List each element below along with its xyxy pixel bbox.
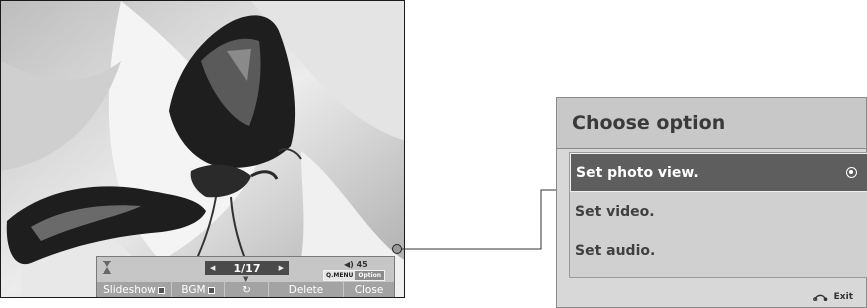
option-item-audio[interactable]: Set audio. [570,231,867,270]
callout-dot [392,244,402,254]
exit-button[interactable]: Exit [812,292,853,302]
option-label: Set audio. [575,242,656,259]
choose-option-panel: Choose option Set photo view. Set video.… [556,97,867,308]
option-item-photo-view[interactable]: Set photo view. [570,153,867,192]
option-label: Set video. [575,203,655,220]
option-item-video[interactable]: Set video. [570,192,867,231]
return-icon [812,294,827,301]
panel-title: Choose option [557,98,866,149]
option-label: Set photo view. [576,164,699,181]
radio-selected-icon [846,167,857,178]
option-list: Set photo view. Set video. Set audio. [569,152,867,278]
exit-label: Exit [833,292,853,302]
